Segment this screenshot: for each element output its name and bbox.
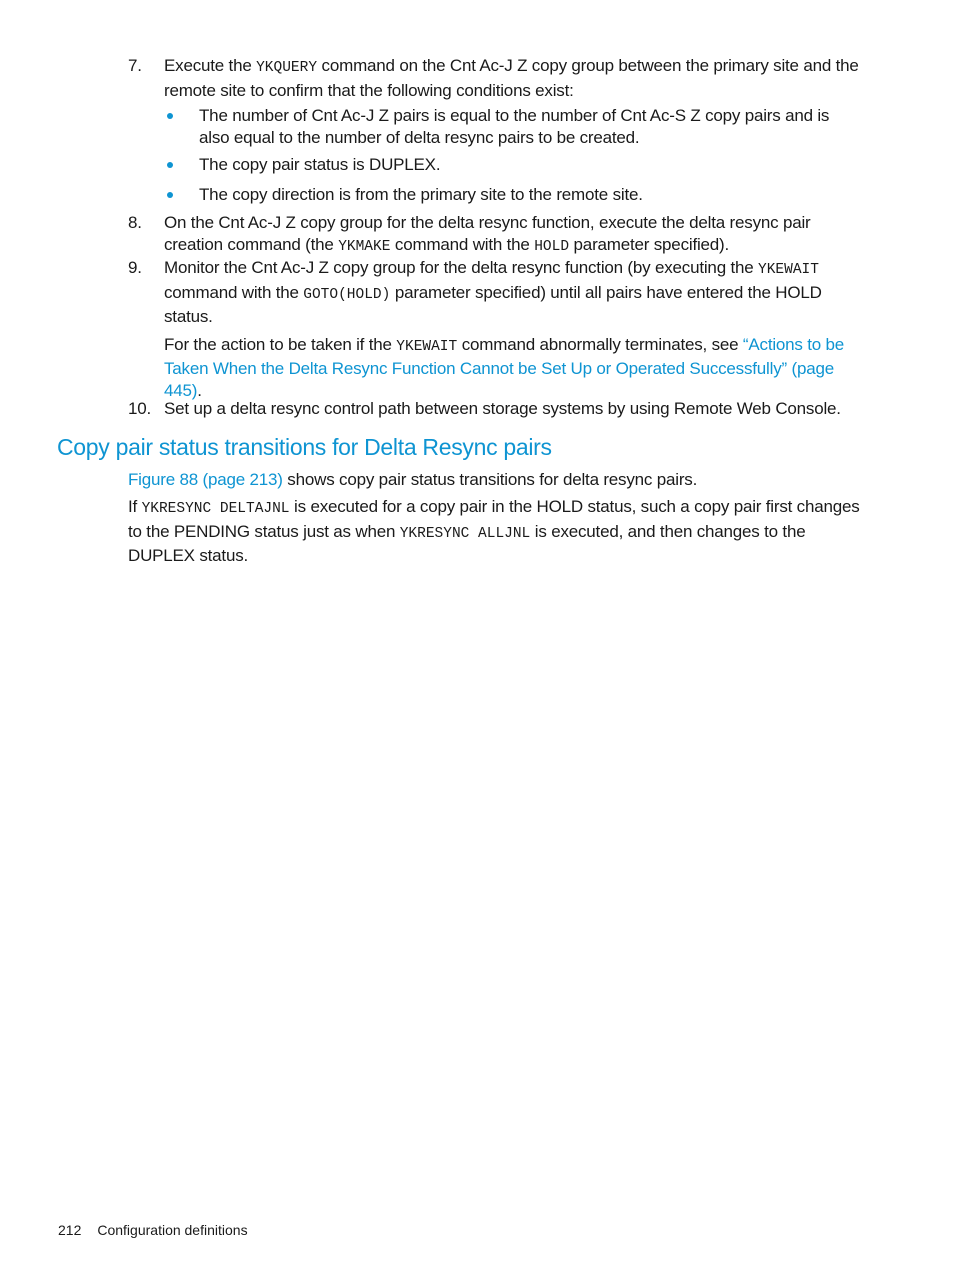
bullet-text: The copy direction is from the primary s…: [199, 185, 643, 204]
text-run: shows copy pair status transitions for d…: [282, 470, 698, 489]
bullet-item: The number of Cnt Ac-J Z pairs is equal …: [164, 105, 864, 148]
text-run: Monitor the Cnt Ac-J Z copy group for th…: [164, 258, 759, 277]
command-code: YKQUERY: [256, 60, 318, 76]
section-heading: Copy pair status transitions for Delta R…: [57, 434, 552, 460]
text-run: command with the: [164, 282, 304, 302]
page-footer: 212 Configuration definitions: [58, 1222, 248, 1238]
figure-link[interactable]: Figure 88 (page 213): [128, 470, 283, 489]
text-run: For the action to be taken if the: [164, 334, 397, 354]
command-code: YKMAKE: [338, 238, 391, 255]
paragraph: If YKRESYNC DELTAJNL is executed for a c…: [128, 496, 873, 567]
command-code: HOLD: [534, 238, 570, 255]
bullet-text: The copy pair status is DUPLEX.: [199, 155, 441, 174]
step-8: 8. On the Cnt Ac-J Z copy group for the …: [128, 212, 868, 258]
bullet-text: The number of Cnt Ac-J Z pairs is equal …: [199, 106, 830, 147]
document-page: 7. Execute the YKQUERY command on the Cn…: [0, 0, 954, 1271]
step-text: Set up a delta resync control path betwe…: [164, 399, 841, 418]
bullet-item: The copy direction is from the primary s…: [164, 184, 864, 206]
paragraph: Figure 88 (page 213) shows copy pair sta…: [128, 469, 873, 491]
command-code: YKEWAIT: [758, 262, 819, 278]
step-number: 7.: [128, 56, 142, 75]
step-10: 10. Set up a delta resync control path b…: [128, 398, 868, 420]
text-run: command with the: [390, 234, 535, 254]
step-7: 7. Execute the YKQUERY command on the Cn…: [128, 55, 868, 101]
text-run: command abnormally terminates, see: [457, 334, 743, 354]
step-number: 8.: [128, 213, 142, 232]
bullet-icon: [167, 162, 173, 168]
text-run: parameter specified).: [569, 234, 730, 254]
text-run: Execute the: [164, 56, 257, 75]
step-text: Monitor the Cnt Ac-J Z copy group for th…: [164, 257, 868, 328]
command-code: YKEWAIT: [396, 338, 458, 355]
chapter-title: Configuration definitions: [97, 1222, 248, 1238]
bullet-icon: [167, 192, 173, 198]
step-9: 9. Monitor the Cnt Ac-J Z copy group for…: [128, 257, 868, 401]
bullet-icon: [167, 113, 173, 119]
bullet-item: The copy pair status is DUPLEX.: [164, 154, 864, 176]
text-run: If: [128, 497, 142, 516]
step-text: On the Cnt Ac-J Z copy group for the del…: [164, 212, 868, 258]
step-text: Execute the YKQUERY command on the Cnt A…: [164, 55, 868, 101]
text-run: .: [197, 380, 202, 400]
page-number: 212: [58, 1222, 82, 1238]
step-number: 10.: [128, 399, 152, 418]
command-code: GOTO(HOLD): [303, 286, 391, 303]
command-code: YKRESYNC DELTAJNL: [141, 501, 290, 517]
command-code: YKRESYNC ALLJNL: [399, 525, 531, 542]
step-note: For the action to be taken if the YKEWAI…: [164, 334, 868, 402]
step-number: 9.: [128, 258, 142, 277]
